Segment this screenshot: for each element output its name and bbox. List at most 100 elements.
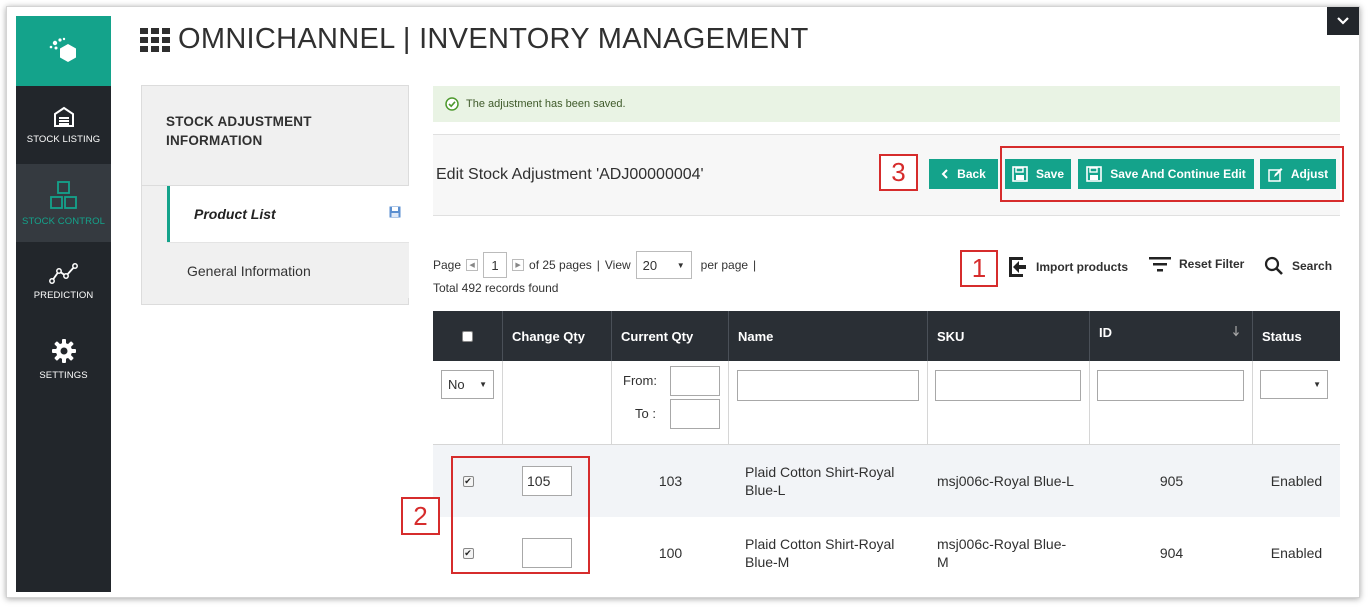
- apps-grid-icon: [140, 27, 170, 52]
- filter-row: No ▼ From: To : ▼: [433, 361, 1340, 445]
- reset-filter-button[interactable]: Reset Filter: [1149, 256, 1244, 272]
- dropdown-arrow-icon: ▼: [479, 380, 487, 389]
- search-button[interactable]: Search: [1264, 256, 1332, 276]
- status-cell: Enabled: [1270, 545, 1323, 561]
- app-window: STOCK LISTING STOCK CONTROL PREDICTION S…: [6, 6, 1360, 598]
- to-label: To :: [635, 406, 656, 421]
- sidebar-item-prediction[interactable]: PREDICTION: [16, 242, 111, 320]
- logo-icon: [49, 37, 76, 62]
- status-filter-select[interactable]: ▼: [1260, 370, 1328, 399]
- per-page-select[interactable]: 20 ▼: [635, 251, 692, 279]
- sku-filter-input[interactable]: [935, 370, 1081, 401]
- callout-2: 2: [401, 497, 440, 535]
- separator: |: [596, 258, 600, 272]
- check-circle-icon: [445, 97, 459, 111]
- select-value: No: [448, 377, 465, 392]
- qty-to-input[interactable]: [670, 399, 720, 429]
- save-continue-label: Save And Continue Edit: [1110, 167, 1246, 181]
- column-header[interactable]: Status: [1253, 311, 1340, 361]
- tabs-panel: STOCK ADJUSTMENT INFORMATION Product Lis…: [141, 85, 409, 305]
- page-count: of 25 pages: [529, 258, 592, 272]
- column-header[interactable]: Name: [729, 311, 928, 361]
- next-page-icon[interactable]: ▶: [512, 259, 525, 271]
- view-label: View: [604, 258, 631, 272]
- floppy-icon: [389, 206, 401, 218]
- sidebar-item-stock-listing[interactable]: STOCK LISTING: [16, 86, 111, 164]
- save-label: Save: [1035, 167, 1065, 181]
- search-label: Search: [1292, 259, 1333, 273]
- id-filter-input[interactable]: [1097, 370, 1244, 401]
- app-logo[interactable]: [16, 16, 111, 86]
- in-products-select[interactable]: No ▼: [441, 370, 494, 399]
- callout-1: 1: [960, 250, 998, 287]
- filter-cell: [503, 361, 612, 444]
- id-cell: 904: [1159, 545, 1184, 561]
- separator: |: [753, 258, 757, 272]
- filter-cell: From: To :: [612, 361, 729, 444]
- column-header-id[interactable]: ID: [1090, 311, 1253, 361]
- status-cell: Enabled: [1270, 473, 1323, 489]
- select-all-column[interactable]: [433, 311, 503, 361]
- page-title: OMNICHANNEL | INVENTORY MANAGEMENT: [140, 23, 809, 56]
- sidebar-item-stock-control[interactable]: STOCK CONTROL: [16, 164, 111, 242]
- filter-cell: ▼: [1253, 361, 1340, 444]
- name-cell: Plaid Cotton Shirt-Royal Blue-M: [745, 536, 895, 570]
- sidebar-item-label: SETTINGS: [39, 369, 88, 381]
- id-cell: 905: [1159, 473, 1184, 489]
- sku-cell: msj006c-Royal Blue-L: [937, 473, 1074, 489]
- back-button[interactable]: Back: [929, 159, 998, 189]
- select-all-checkbox[interactable]: [462, 330, 473, 342]
- records-count: Total 492 records found: [433, 281, 559, 295]
- trend-icon: [48, 262, 78, 284]
- adjust-button[interactable]: Adjust: [1260, 159, 1336, 189]
- dropdown-arrow-icon: ▼: [1313, 380, 1321, 389]
- page-label: Page: [433, 258, 462, 272]
- search-icon: [1264, 256, 1283, 275]
- column-header-label: ID: [1099, 325, 1112, 340]
- save-and-continue-button[interactable]: Save And Continue Edit: [1078, 159, 1254, 189]
- current-qty-cell: 103: [658, 473, 683, 489]
- floppy-icon: [1086, 166, 1103, 182]
- tab-label: General Information: [187, 262, 311, 279]
- import-products-button[interactable]: Import products: [1008, 256, 1128, 278]
- back-label: Back: [957, 167, 986, 181]
- column-header[interactable]: Change Qty: [503, 311, 612, 361]
- sidebar: STOCK LISTING STOCK CONTROL PREDICTION S…: [16, 16, 111, 592]
- current-qty-cell: 100: [658, 545, 683, 561]
- tab-general-information[interactable]: General Information: [167, 242, 409, 298]
- import-icon: [1009, 257, 1026, 277]
- save-button[interactable]: Save: [1005, 159, 1071, 189]
- grid-header: Change Qty Current Qty Name SKU ID Statu…: [433, 311, 1340, 361]
- warehouse-icon: [53, 106, 74, 127]
- pager: Page ◀ 1 ▶ of 25 pages | View 20 ▼ per p…: [433, 251, 756, 279]
- sidebar-item-label: STOCK LISTING: [26, 133, 101, 145]
- edit-icon: [1268, 167, 1283, 182]
- chevron-down-icon: [1337, 17, 1349, 25]
- filter-cell: [1090, 361, 1253, 444]
- prev-page-icon[interactable]: ◀: [466, 259, 479, 271]
- tabs-title: STOCK ADJUSTMENT INFORMATION: [142, 86, 408, 186]
- tab-product-list[interactable]: Product List: [167, 186, 409, 242]
- filter-cell: [729, 361, 928, 444]
- column-header[interactable]: SKU: [928, 311, 1090, 361]
- qty-from-input[interactable]: [670, 366, 720, 396]
- page-title-text: OMNICHANNEL | INVENTORY MANAGEMENT: [178, 23, 809, 55]
- filter-cell: No ▼: [433, 361, 503, 444]
- collapse-button[interactable]: [1327, 7, 1359, 35]
- callout-number: 3: [891, 157, 906, 187]
- floppy-icon: [1012, 166, 1028, 182]
- sidebar-item-settings[interactable]: SETTINGS: [16, 320, 111, 398]
- gear-icon: [51, 338, 76, 363]
- callout-box-2: [451, 456, 590, 574]
- per-page-label: per page: [700, 258, 749, 272]
- name-filter-input[interactable]: [737, 370, 919, 401]
- success-message-text: The adjustment has been saved.: [466, 98, 626, 110]
- column-header[interactable]: Current Qty: [612, 311, 729, 361]
- sku-cell: msj006c-Royal Blue-M: [937, 536, 1067, 570]
- from-label: From:: [623, 373, 657, 388]
- callout-3: 3: [879, 154, 918, 191]
- sort-arrow-icon: [1233, 326, 1239, 337]
- callout-number: 2: [413, 500, 428, 531]
- page-input[interactable]: 1: [483, 252, 508, 278]
- callout-number: 1: [971, 253, 987, 283]
